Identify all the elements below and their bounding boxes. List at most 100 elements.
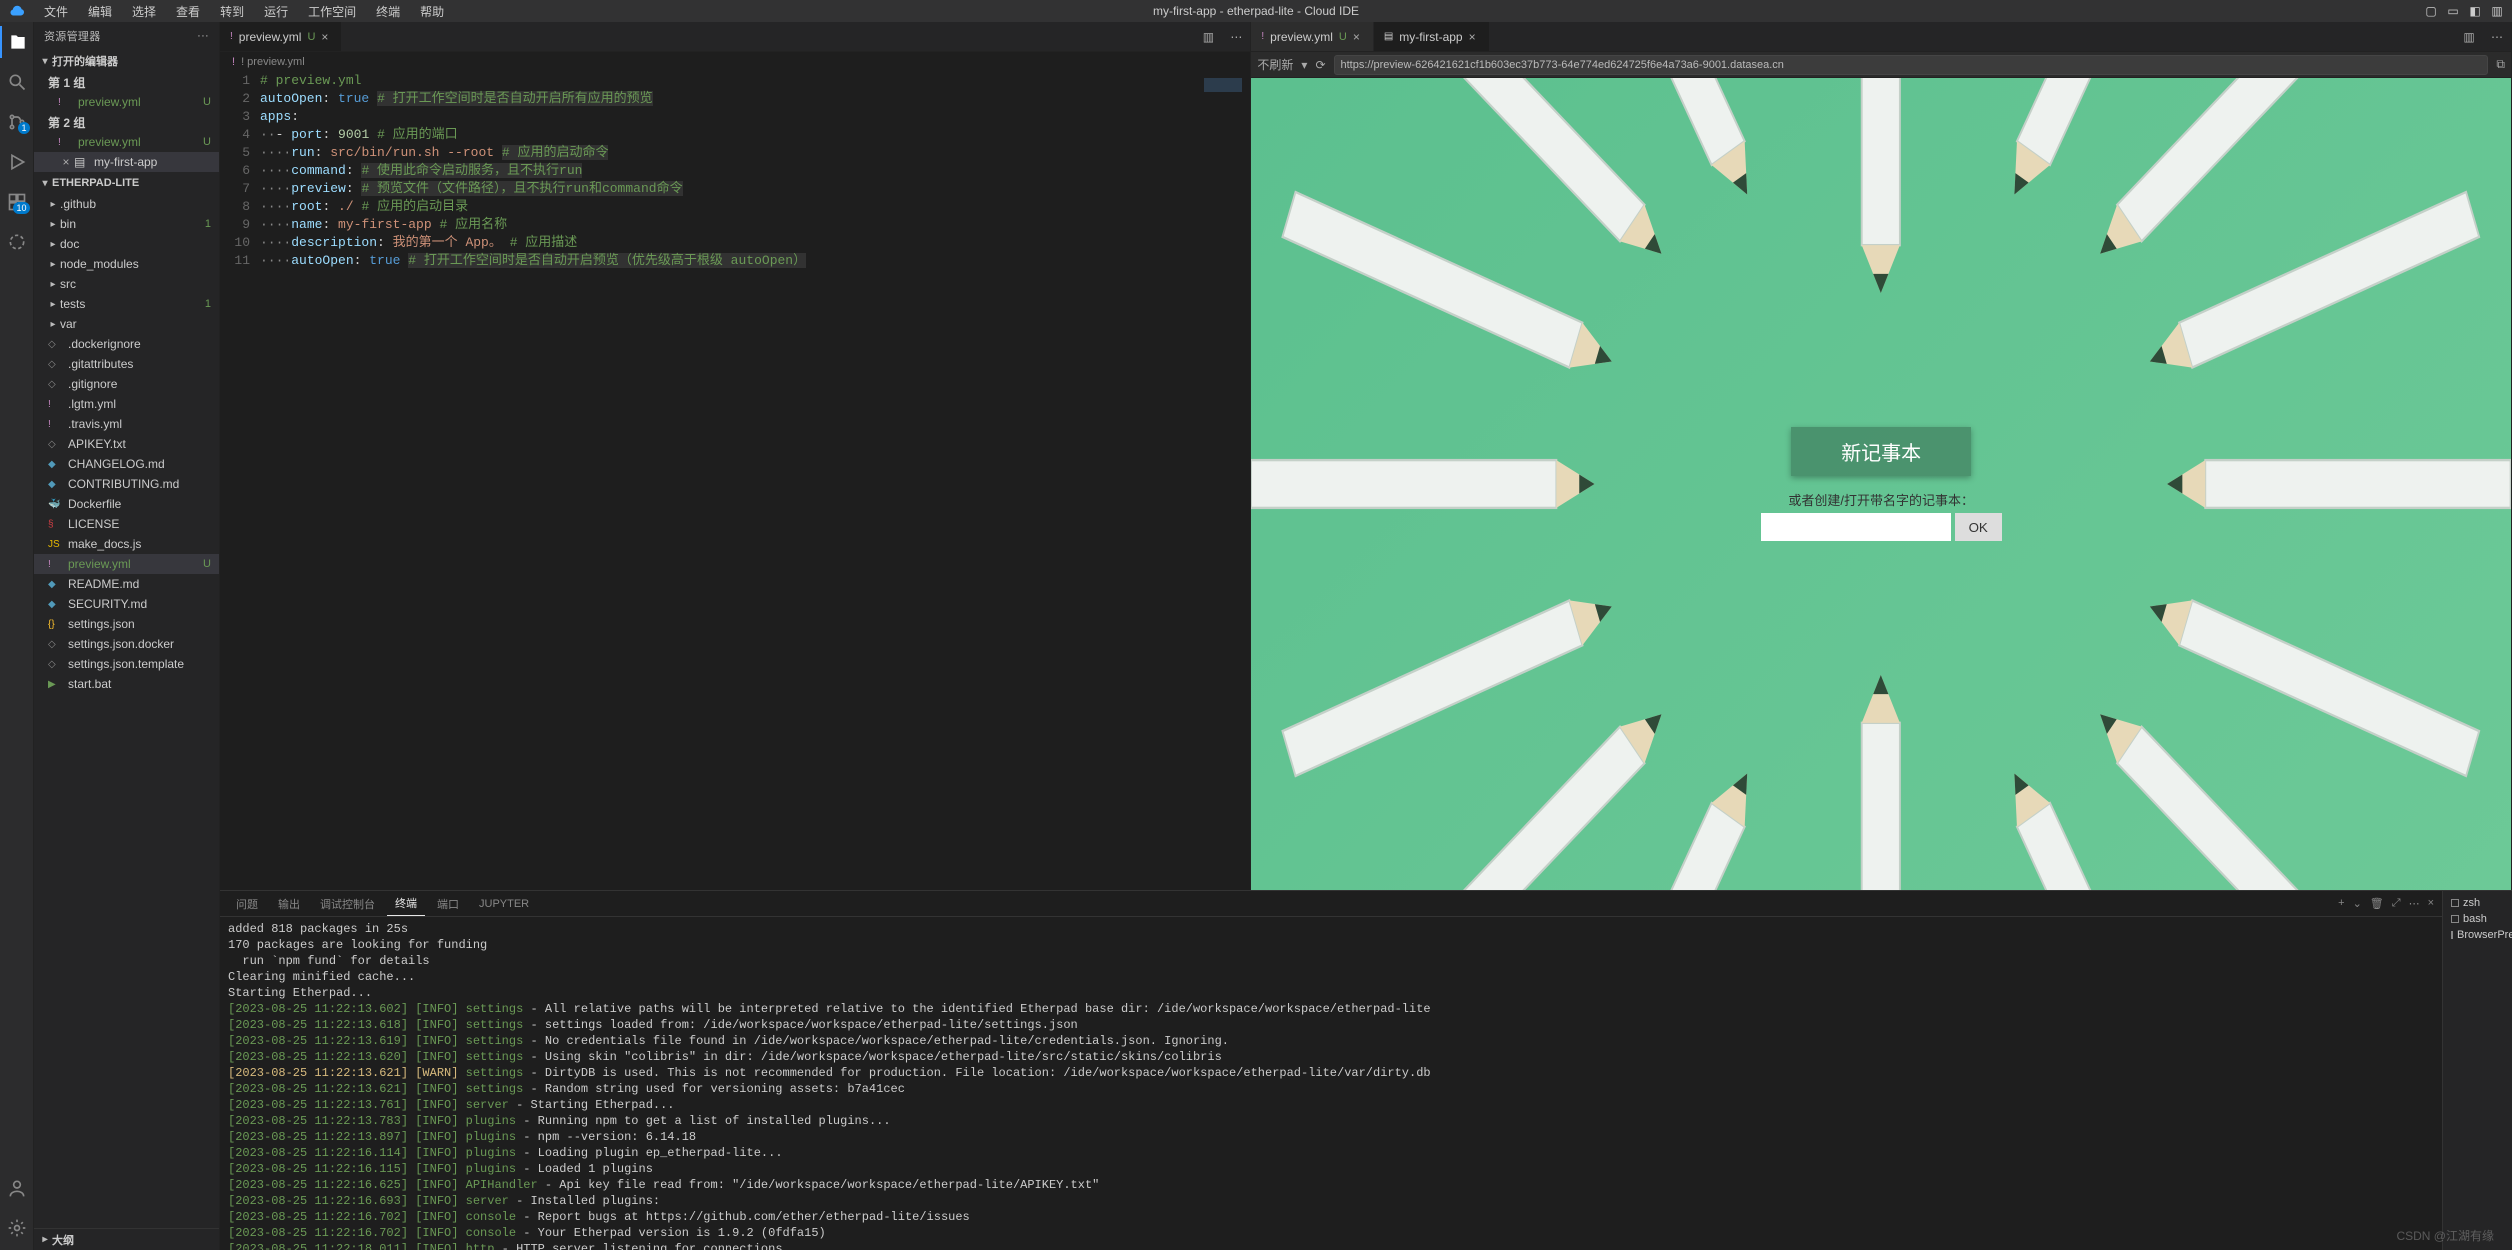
folder-item[interactable]: ▸.github [34, 194, 219, 214]
tab-bar-right: !preview.ymlU×▤my-first-app× ▥⋯ [1251, 22, 2511, 52]
menu-item[interactable]: 文件 [36, 1, 76, 22]
close-icon[interactable]: × [321, 30, 331, 44]
file-item[interactable]: §LICENSE [34, 514, 219, 534]
git-status-u: U [307, 31, 315, 43]
file-item[interactable]: {}settings.json [34, 614, 219, 634]
explorer-more-icon[interactable]: ··· [197, 30, 209, 42]
split-editor-icon[interactable]: ▥ [1194, 22, 1222, 51]
open-editors-section[interactable]: ▾ 打开的编辑器 [34, 50, 219, 72]
file-item[interactable]: ◆README.md [34, 574, 219, 594]
file-item[interactable]: ◇.dockerignore [34, 334, 219, 354]
file-item[interactable]: ▶start.bat [34, 674, 219, 694]
panel-action-icon[interactable]: ⋯ [2409, 897, 2420, 910]
search-activity-icon[interactable] [0, 66, 34, 98]
breadcrumb[interactable]: ! ! preview.yml [220, 52, 1250, 72]
tab[interactable]: ▤my-first-app× [1374, 22, 1489, 51]
file-item[interactable]: ◇APIKEY.txt [34, 434, 219, 454]
file-item[interactable]: ◇.gitignore [34, 374, 219, 394]
menu-item[interactable]: 转到 [212, 1, 252, 22]
menu-item[interactable]: 查看 [168, 1, 208, 22]
close-icon[interactable]: × [1353, 30, 1363, 44]
panel-action-icon[interactable]: × [2428, 897, 2434, 910]
close-icon[interactable]: × [1469, 30, 1479, 44]
file-item[interactable]: !preview.ymlU [34, 554, 219, 574]
split-editor-icon[interactable]: ▥ [2455, 22, 2483, 51]
file-item[interactable]: JSmake_docs.js [34, 534, 219, 554]
close-icon[interactable]: × [58, 155, 74, 169]
panel-tab[interactable]: 调试控制台 [312, 892, 383, 916]
panel-action-icon[interactable]: + [2338, 897, 2344, 910]
file-item[interactable]: ◆CHANGELOG.md [34, 454, 219, 474]
file-item[interactable]: ◆CONTRIBUTING.md [34, 474, 219, 494]
panel-action-icon[interactable]: 🗑 [2370, 897, 2384, 910]
file-icon: ◇ [48, 439, 64, 450]
more-actions-icon[interactable]: ⋯ [2483, 22, 2511, 51]
layout-icon[interactable]: ▢ [2424, 4, 2438, 18]
minimap[interactable] [1200, 72, 1250, 890]
notebook-icon[interactable]: ▥ [2490, 4, 2504, 18]
terminal-instance[interactable]: zsh [2447, 895, 2508, 911]
outline-section[interactable]: ▸ 大纲 [34, 1228, 219, 1250]
file-icon: ! [48, 419, 64, 430]
extensions-activity-icon[interactable]: 10 [0, 186, 34, 218]
open-editor-item[interactable]: !preview.ymlU [34, 92, 219, 112]
panel-tab[interactable]: 终端 [387, 891, 425, 916]
more-actions-icon[interactable]: ⋯ [1222, 22, 1250, 51]
scm-activity-icon[interactable]: 1 [0, 106, 34, 138]
file-item[interactable]: ◇settings.json.template [34, 654, 219, 674]
menu-item[interactable]: 工作空间 [300, 1, 364, 22]
explorer-activity-icon[interactable] [0, 26, 34, 58]
note-name-input[interactable] [1761, 513, 1951, 541]
cloud-activity-icon[interactable] [0, 226, 34, 258]
panel-action-icon[interactable]: ⤢ [2392, 897, 2401, 910]
file-item[interactable]: ◇settings.json.docker [34, 634, 219, 654]
tab-preview-yml[interactable]: ! preview.yml U × [220, 22, 341, 51]
file-icon: ! [48, 559, 64, 570]
panel-tab[interactable]: 输出 [270, 892, 308, 916]
project-section[interactable]: ▾ ETHERPAD-LITE [34, 172, 219, 194]
debug-activity-icon[interactable] [0, 146, 34, 178]
terminal-instance[interactable]: bash [2447, 911, 2508, 927]
file-item[interactable]: 🐳Dockerfile [34, 494, 219, 514]
menu-item[interactable]: 运行 [256, 1, 296, 22]
new-note-button[interactable]: 新记事本 [1791, 427, 1971, 476]
file-item[interactable]: !.lgtm.yml [34, 394, 219, 414]
file-item[interactable]: ◆SECURITY.md [34, 594, 219, 614]
open-editor-item[interactable]: !preview.ymlU [34, 132, 219, 152]
chevron-down-icon[interactable]: ▾ [1301, 58, 1307, 72]
folder-item[interactable]: ▸doc [34, 234, 219, 254]
panel-tab[interactable]: JUPYTER [471, 894, 537, 914]
sidebar-header: 资源管理器 ··· [34, 22, 219, 50]
menu-item[interactable]: 选择 [124, 1, 164, 22]
folder-item[interactable]: ▸tests1 [34, 294, 219, 314]
file-item[interactable]: !.travis.yml [34, 414, 219, 434]
folder-item[interactable]: ▸var [34, 314, 219, 334]
folder-item[interactable]: ▸src [34, 274, 219, 294]
panel-tab[interactable]: 端口 [429, 892, 467, 916]
panel-toggle-icon[interactable]: ▭ [2446, 4, 2460, 18]
tab[interactable]: !preview.ymlU× [1251, 22, 1372, 51]
sidebar-toggle-icon[interactable]: ◧ [2468, 4, 2482, 18]
panel-tab[interactable]: 问题 [228, 892, 266, 916]
menu-item[interactable]: 编辑 [80, 1, 120, 22]
open-editor-item[interactable]: ×▤my-first-app [34, 152, 219, 172]
url-input[interactable] [1334, 55, 2489, 75]
code-area[interactable]: 1234567891011 # preview.ymlautoOpen: tru… [220, 72, 1250, 890]
reload-icon[interactable]: ⟳ [1315, 58, 1325, 72]
folder-item[interactable]: ▸node_modules [34, 254, 219, 274]
refresh-mode[interactable]: 不刷新 [1257, 56, 1293, 73]
open-external-icon[interactable]: ⧉ [2496, 57, 2505, 72]
code-lines[interactable]: # preview.ymlautoOpen: true # 打开工作空间时是否自… [260, 72, 1200, 890]
project-title: ETHERPAD-LITE [52, 177, 139, 189]
account-icon[interactable] [0, 1172, 34, 1204]
terminal-output[interactable]: added 818 packages in 25s170 packages ar… [220, 917, 2442, 1250]
file-item[interactable]: ◇.gitattributes [34, 354, 219, 374]
settings-icon[interactable] [0, 1212, 34, 1244]
folder-item[interactable]: ▸bin1 [34, 214, 219, 234]
panel-action-icon[interactable]: ⌄ [2353, 897, 2362, 910]
menu-item[interactable]: 终端 [368, 1, 408, 22]
terminal-instance[interactable]: BrowserPre… [2447, 927, 2508, 943]
url-bar: 不刷新 ▾ ⟳ ⧉ [1251, 52, 2511, 78]
ok-button[interactable]: OK [1955, 513, 2002, 541]
menu-item[interactable]: 帮助 [412, 1, 452, 22]
